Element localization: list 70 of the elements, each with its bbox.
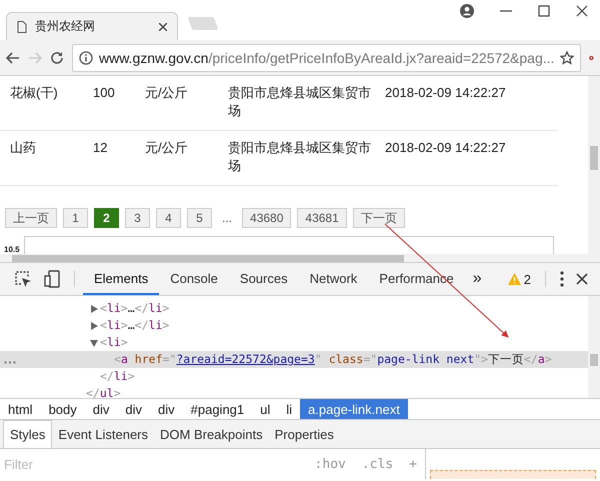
profile-icon[interactable] <box>460 4 474 18</box>
dom-node-line[interactable]: <li> <box>100 334 128 351</box>
browser-tab[interactable]: 贵州农经网 <box>6 12 178 40</box>
kebab-menu-icon[interactable] <box>560 271 564 287</box>
page-number-button[interactable]: 2 <box>94 208 119 228</box>
price-cell-text: 12 <box>93 139 108 157</box>
expanded-triangle-icon[interactable] <box>90 338 98 346</box>
url-text: www.gznw.gov.cn/priceInfo/getPriceInfoByAreaId.jx?areaid=22572&pag... <box>99 50 554 66</box>
close-icon[interactable] <box>576 273 588 285</box>
page-number-button[interactable]: 43680 <box>242 208 292 228</box>
page-nav-button[interactable]: 下一页 <box>352 208 405 228</box>
href-link[interactable]: ?areaid=22572&page=3 <box>176 351 315 368</box>
info-icon[interactable] <box>79 50 93 64</box>
device-toolbar-icon[interactable] <box>44 270 60 288</box>
price-cell-text: 100 <box>93 84 116 102</box>
devtools-tab[interactable]: Elements <box>83 263 160 295</box>
panel-tab[interactable]: Properties <box>268 420 340 448</box>
page-number-button[interactable]: 4 <box>156 208 181 228</box>
devtools-tab[interactable]: Console <box>159 263 229 295</box>
dom-node-line[interactable]: <li>…</li> <box>100 300 170 317</box>
breadcrumb[interactable]: div <box>84 399 118 419</box>
vertical-scrollbar[interactable] <box>588 76 600 262</box>
time-cell-text: 2018-02-09 14:22:27 <box>385 84 507 102</box>
dom-node-line[interactable]: <li>…</li> <box>100 317 170 334</box>
page-number-button[interactable]: 5 <box>187 208 212 228</box>
devtools-tab[interactable]: Sources <box>228 263 299 295</box>
page-number-button[interactable]: 3 <box>125 208 150 228</box>
collapsed-triangle-icon[interactable] <box>90 322 98 330</box>
devtools-tab[interactable]: Network <box>298 263 368 295</box>
tab-title: 贵州农经网 <box>35 18 96 35</box>
pagination-ellipsis: ... <box>221 211 234 225</box>
breadcrumb[interactable]: a.page-link.next <box>300 399 408 419</box>
document-icon <box>17 20 27 32</box>
panel-tab[interactable]: DOM Breakpoints <box>154 420 269 448</box>
breadcrumb[interactable]: ul <box>252 399 278 419</box>
market-cell-text: 贵阳市息烽县城区集贸市场 <box>228 84 372 120</box>
breadcrumb[interactable]: html <box>0 399 41 419</box>
horizontal-scrollbar[interactable] <box>0 254 588 262</box>
market-cell-text: 贵阳市息烽县城区集贸市场 <box>228 139 372 175</box>
dom-closing-tag[interactable]: </ul> <box>86 385 121 402</box>
unit-cell-text: 元/公斤 <box>145 84 189 102</box>
product-cell-text: 花椒(干) <box>10 84 59 102</box>
page-nav-button[interactable]: 上一页 <box>5 208 57 228</box>
close-icon[interactable] <box>159 22 167 30</box>
unit-cell-text: 元/公斤 <box>145 139 189 157</box>
panel-tab[interactable]: Event Listeners <box>52 420 154 448</box>
page-number-button[interactable]: 43681 <box>297 208 347 228</box>
breadcrumb[interactable]: li <box>278 399 300 419</box>
more-dots-icon <box>4 360 16 364</box>
back-arrow-icon[interactable] <box>6 52 20 64</box>
star-icon[interactable] <box>560 50 574 64</box>
time-cell-text: 2018-02-09 14:22:27 <box>385 139 507 157</box>
axis-label: 10.5 <box>4 245 20 254</box>
collapsed-triangle-icon[interactable] <box>90 304 98 312</box>
address-bar[interactable]: www.gznw.gov.cn/priceInfo/getPriceInfoByAreaId.jx?areaid=22572&pag... <box>72 44 582 72</box>
breadcrumb[interactable]: div <box>117 399 150 419</box>
inspect-cursor-icon[interactable] <box>14 270 32 288</box>
breadcrumb[interactable]: div <box>150 399 183 419</box>
close-icon[interactable] <box>576 4 588 18</box>
vertical-scrollbar[interactable] <box>588 296 600 398</box>
maximize-icon[interactable] <box>538 4 550 18</box>
breadcrumb[interactable]: body <box>40 399 85 419</box>
more-tabs-button[interactable]: » <box>464 263 490 295</box>
page-number-button[interactable]: 1 <box>63 208 88 228</box>
dom-closing-tag[interactable]: </li> <box>100 368 135 385</box>
warning-count: 2 <box>524 272 531 286</box>
product-cell-text: 山药 <box>10 139 37 157</box>
breadcrumb[interactable]: #paging1 <box>182 399 252 419</box>
panel-tab[interactable]: Styles <box>3 420 52 448</box>
reload-icon[interactable] <box>50 50 64 64</box>
